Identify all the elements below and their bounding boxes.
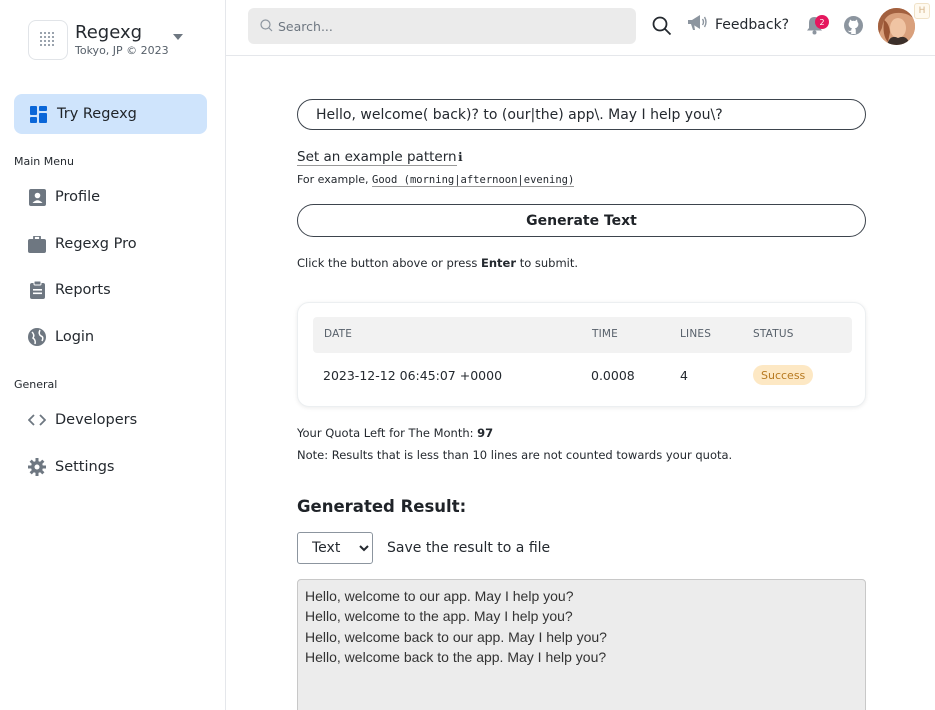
quota-line: Your Quota Left for The Month: 97: [297, 426, 493, 440]
avatar-tag: H: [914, 3, 930, 19]
result-title: Generated Result:: [297, 497, 467, 516]
topbar: Feedback? 2 H: [226, 0, 935, 56]
quota-value: 97: [477, 426, 494, 440]
sidebar-item-label: Profile: [55, 189, 101, 205]
quota-note: Note: Results that is less than 10 lines…: [297, 448, 733, 462]
hint-key: Enter: [481, 256, 517, 270]
search-icon[interactable]: [652, 16, 672, 40]
result-line: Hello, welcome back to our app. May I he…: [305, 628, 607, 645]
column-header-time: TIME: [592, 328, 619, 340]
gear-icon: [28, 458, 46, 476]
profile-card-icon: [28, 188, 46, 206]
cell-date: 2023-12-12 06:45:07 +0000: [323, 368, 503, 383]
feedback-label: Feedback?: [715, 16, 790, 33]
example-code[interactable]: Good (morning|afternoon|evening): [372, 174, 575, 187]
column-header-date: DATE: [324, 328, 353, 340]
sidebar-item-label: Developers: [55, 412, 138, 428]
brand-subtitle: Tokyo, JP © 2023: [75, 44, 169, 57]
brand[interactable]: Regexg Tokyo, JP © 2023: [28, 20, 183, 60]
info-icon[interactable]: ℹ: [458, 150, 463, 164]
search-input[interactable]: [278, 18, 618, 34]
generate-text-button[interactable]: Generate Text: [297, 204, 866, 237]
sidebar: Regexg Tokyo, JP © 2023 Try Regexg Main …: [0, 0, 226, 710]
sidebar-item-label: Regexg Pro: [55, 236, 137, 252]
dashboard-icon: [29, 105, 47, 123]
avatar[interactable]: [878, 8, 915, 45]
column-header-lines: LINES: [680, 328, 712, 340]
quota-label: Your Quota Left for The Month:: [297, 426, 474, 440]
pattern-input[interactable]: [297, 99, 866, 130]
example-pattern-link[interactable]: Set an example pattern: [297, 149, 457, 166]
section-title-general: General: [14, 378, 58, 391]
example-hint: For example, Good (morning|afternoon|eve…: [297, 173, 575, 187]
status-badge: Success: [753, 365, 814, 385]
cell-time: 0.0008: [591, 368, 635, 383]
cell-lines: 4: [680, 368, 688, 383]
section-title-main-menu: Main Menu: [14, 155, 74, 168]
brand-logo-icon: [28, 20, 68, 60]
hint-text: Click the button above or press: [297, 256, 478, 270]
sidebar-item-login[interactable]: Login: [28, 325, 94, 349]
clipboard-icon: [28, 281, 46, 299]
result-line: Hello, welcome to the app. May I help yo…: [305, 608, 573, 625]
column-header-status: STATUS: [753, 328, 794, 340]
briefcase-icon: [28, 235, 46, 253]
sidebar-item-label: Reports: [55, 282, 111, 298]
sidebar-item-regexg-pro[interactable]: Regexg Pro: [28, 232, 137, 256]
sidebar-item-label: Login: [55, 329, 95, 345]
feedback-button[interactable]: Feedback?: [687, 14, 789, 35]
sidebar-item-label: Try Regexg: [57, 106, 137, 122]
result-line: Hello, welcome to our app. May I help yo…: [305, 588, 574, 604]
result-line: Hello, welcome back to the app. May I he…: [305, 648, 607, 665]
search-icon: [260, 17, 273, 36]
format-select[interactable]: Text: [297, 532, 373, 564]
submit-hint: Click the button above or press Enter to…: [297, 256, 578, 270]
sidebar-item-profile[interactable]: Profile: [28, 185, 100, 209]
github-icon[interactable]: [844, 16, 863, 39]
result-textarea[interactable]: Hello, welcome to our app. May I help yo…: [297, 579, 866, 710]
code-icon: [28, 411, 46, 429]
sidebar-item-developers[interactable]: Developers: [28, 408, 137, 432]
brand-name: Regexg: [75, 22, 143, 43]
sidebar-item-try-regexg[interactable]: Try Regexg: [14, 94, 207, 134]
search-bar[interactable]: [248, 8, 636, 44]
sidebar-item-settings[interactable]: Settings: [28, 455, 114, 479]
notification-badge: 2: [815, 15, 829, 29]
sidebar-item-label: Settings: [55, 459, 115, 475]
example-prefix: For example,: [297, 173, 369, 186]
save-result-label[interactable]: Save the result to a file: [387, 540, 550, 556]
hint-text-end: to submit.: [519, 256, 579, 270]
table-header: DATE TIME LINES STATUS: [313, 317, 852, 353]
history-table: DATE TIME LINES STATUS 2023-12-12 06:45:…: [297, 302, 866, 407]
megaphone-icon: [687, 14, 708, 35]
globe-icon: [28, 328, 46, 346]
caret-down-icon[interactable]: [173, 34, 183, 40]
sidebar-item-reports[interactable]: Reports: [28, 278, 111, 302]
